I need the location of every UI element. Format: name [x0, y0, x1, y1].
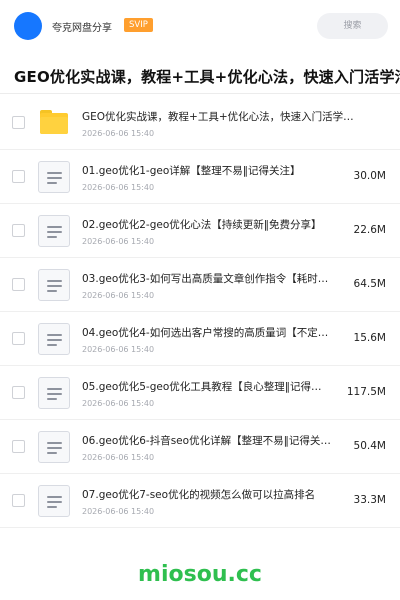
folder-icon: [38, 107, 70, 139]
list-item[interactable]: 02.geo优化2-geo优化心法【持续更新‖免费分享】 2026-06-06 …: [0, 204, 400, 258]
list-item[interactable]: 01.geo优化1-geo详解【整理不易‖记得关注】 2026-06-06 15…: [0, 150, 400, 204]
user-name: 夸克网盘分享: [52, 23, 112, 34]
checkbox[interactable]: [12, 494, 25, 507]
document-icon: [38, 269, 70, 301]
list-item[interactable]: 06.geo优化6-抖音seo优化详解【整理不易‖记得关注】 2026-06-0…: [0, 420, 400, 474]
document-icon: [38, 485, 70, 517]
page-title: GEO优化实战课，教程+工具+优化心法，快速入门活学活用: [14, 68, 400, 86]
file-size: 33.3M: [353, 494, 386, 506]
file-date: 2026-06-06 15:40: [82, 237, 155, 246]
checkbox[interactable]: [12, 332, 25, 345]
file-size: 30.0M: [353, 170, 386, 182]
avatar[interactable]: [14, 12, 42, 40]
file-name: 05.geo优化5-geo优化工具教程【良心整理‖记得关注】: [82, 381, 332, 393]
header: 夸克网盘分享 SVIP 搜索: [0, 0, 400, 52]
file-size: 117.5M: [346, 386, 386, 398]
file-name: 07.geo优化7-seo优化的视频怎么做可以拉高排名: [82, 489, 316, 501]
file-size: 50.4M: [353, 440, 386, 452]
checkbox[interactable]: [12, 386, 25, 399]
checkbox[interactable]: [12, 440, 25, 453]
checkbox[interactable]: [12, 224, 25, 237]
file-name: 04.geo优化4-如何选出客户常搜的高质量词【不定期更新】: [82, 327, 332, 339]
checkbox[interactable]: [12, 278, 25, 291]
document-icon: [38, 431, 70, 463]
file-date: 2026-06-06 15:40: [82, 507, 155, 516]
document-icon: [38, 377, 70, 409]
watermark: miosou.cc: [138, 562, 262, 587]
file-date: 2026-06-06 15:40: [82, 345, 155, 354]
search-button[interactable]: 搜索: [317, 13, 388, 39]
document-icon: [38, 323, 70, 355]
file-name: GEO优化实战课，教程+工具+优化心法，快速入门活学活用: [82, 111, 354, 123]
file-name: 03.geo优化3-如何写出高质量文章创作指令【耗时整理】: [82, 273, 332, 285]
list-item[interactable]: 07.geo优化7-seo优化的视频怎么做可以拉高排名 2026-06-06 1…: [0, 474, 400, 528]
list-item[interactable]: 05.geo优化5-geo优化工具教程【良心整理‖记得关注】 2026-06-0…: [0, 366, 400, 420]
document-icon: [38, 161, 70, 193]
file-size: 64.5M: [353, 278, 386, 290]
list-item[interactable]: 04.geo优化4-如何选出客户常搜的高质量词【不定期更新】 2026-06-0…: [0, 312, 400, 366]
file-name: 06.geo优化6-抖音seo优化详解【整理不易‖记得关注】: [82, 435, 332, 447]
list-item-folder[interactable]: GEO优化实战课，教程+工具+优化心法，快速入门活学活用 2026-06-06 …: [0, 96, 400, 150]
file-name: 01.geo优化1-geo详解【整理不易‖记得关注】: [82, 165, 301, 177]
title-bar: GEO优化实战课，教程+工具+优化心法，快速入门活学活用: [0, 60, 400, 94]
file-size: 22.6M: [353, 224, 386, 236]
svip-badge: SVIP: [124, 18, 153, 32]
file-date: 2026-06-06 15:40: [82, 399, 155, 408]
document-icon: [38, 215, 70, 247]
checkbox[interactable]: [12, 116, 25, 129]
file-date: 2026-06-06 15:40: [82, 291, 155, 300]
list-item[interactable]: 03.geo优化3-如何写出高质量文章创作指令【耗时整理】 2026-06-06…: [0, 258, 400, 312]
file-list: GEO优化实战课，教程+工具+优化心法，快速入门活学活用 2026-06-06 …: [0, 96, 400, 528]
file-date: 2026-06-06 15:40: [82, 129, 155, 138]
file-name: 02.geo优化2-geo优化心法【持续更新‖免费分享】: [82, 219, 322, 231]
file-date: 2026-06-06 15:40: [82, 183, 155, 192]
file-date: 2026-06-06 15:40: [82, 453, 155, 462]
file-size: 15.6M: [353, 332, 386, 344]
checkbox[interactable]: [12, 170, 25, 183]
